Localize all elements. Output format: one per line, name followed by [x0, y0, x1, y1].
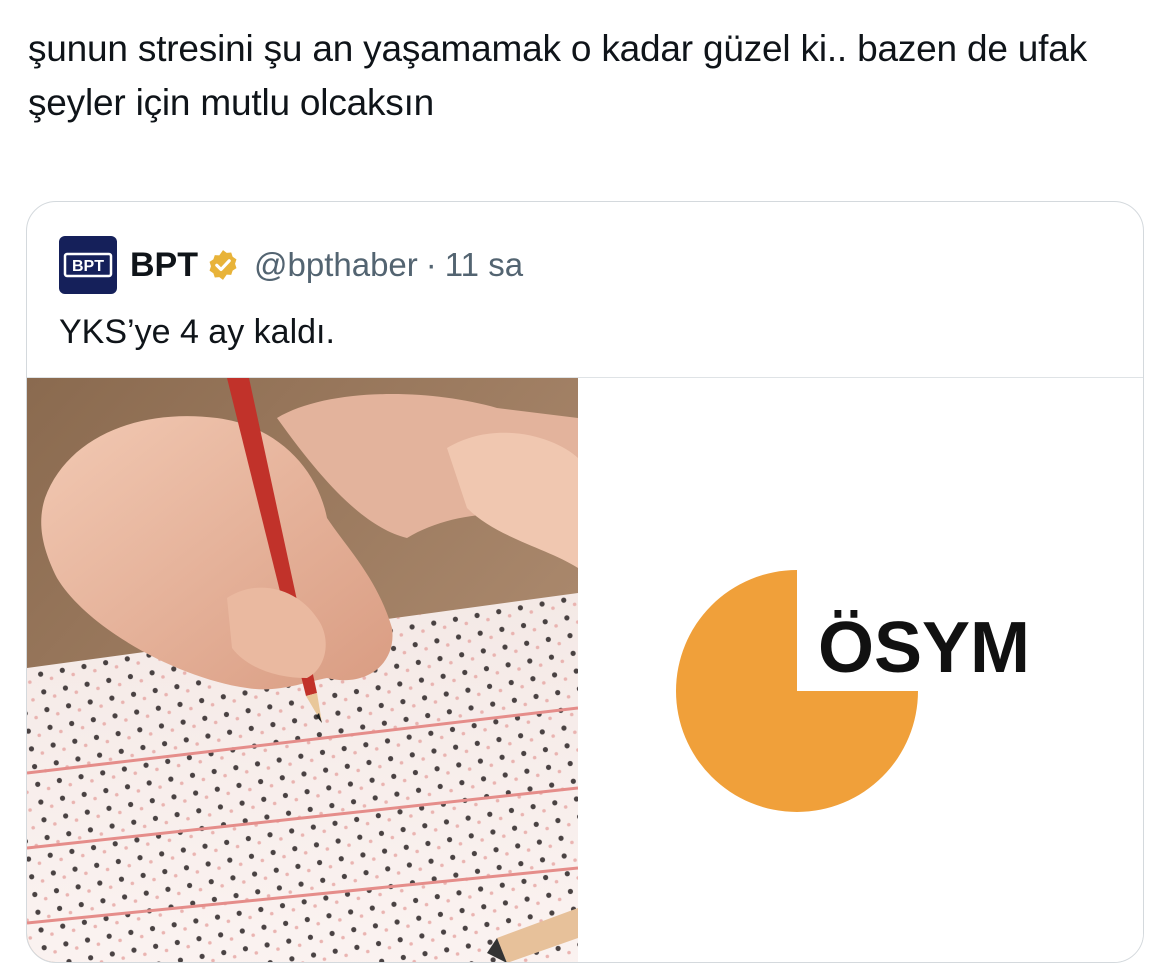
display-name[interactable]: BPT [130, 246, 198, 285]
separator-dot: · [425, 246, 437, 283]
avatar[interactable]: BPT [59, 236, 117, 294]
avatar-text: BPT [72, 258, 104, 275]
bpt-logo-icon: BPT [63, 252, 113, 278]
quoted-tweet-header: BPT BPT @bpthaber · 11 sa [59, 236, 523, 294]
osym-logo-panel[interactable]: ÖSYM [578, 378, 1143, 962]
verified-badge-icon [209, 250, 237, 280]
media-grid: ÖSYM [27, 378, 1143, 962]
osym-logo-text: ÖSYM [818, 608, 1030, 688]
osym-logo-icon: ÖSYM [676, 570, 1030, 812]
quoted-tweet-card[interactable]: BPT BPT @bpthaber · 11 sa YKS’ye 4 ay ka… [26, 201, 1144, 963]
exam-photo[interactable] [27, 378, 578, 962]
handle[interactable]: @bpthaber [254, 246, 418, 284]
quoted-tweet-text: YKS’ye 4 ay kaldı. [59, 313, 335, 351]
tweet-text: şunun stresini şu an yaşamamak o kadar g… [28, 28, 1087, 123]
optical-form-photo-image [27, 378, 578, 962]
timestamp[interactable]: 11 sa [445, 246, 523, 284]
